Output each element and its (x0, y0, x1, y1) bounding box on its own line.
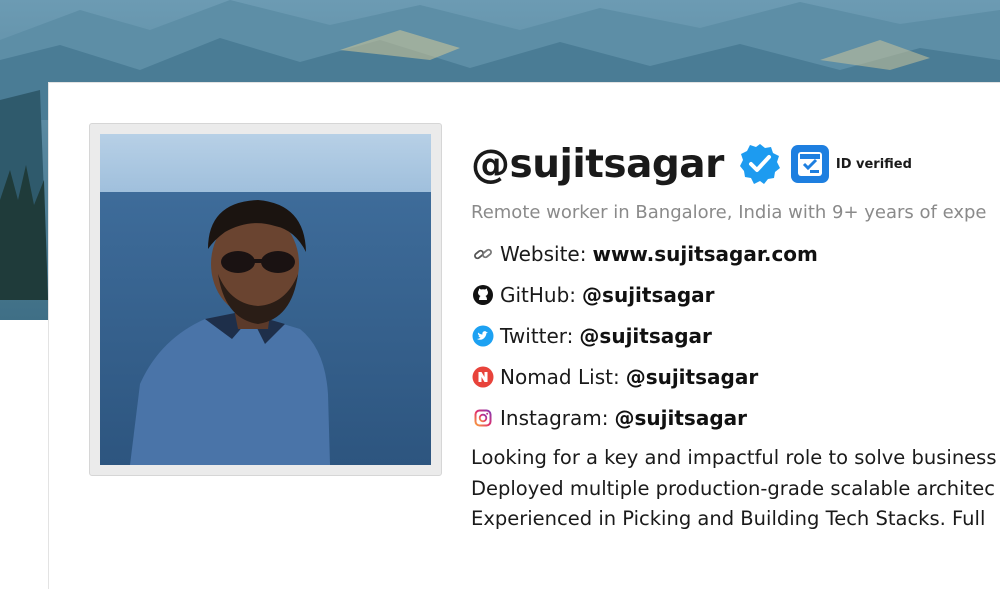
nomad-list-icon (471, 365, 495, 389)
about-line: Deployed multiple production-grade scala… (471, 476, 995, 500)
profile-handle: @sujitsagar (471, 141, 724, 187)
link-twitter: Twitter: @sujitsagar (471, 315, 1000, 356)
profile-photo (89, 123, 442, 476)
link-nomad-list: Nomad List: @sujitsagar (471, 356, 1000, 397)
twitter-link[interactable]: @sujitsagar (579, 324, 712, 348)
avatar (100, 134, 431, 465)
link-website: Website: www.sujitsagar.com (471, 233, 1000, 274)
id-verified-label: ID verified (835, 156, 912, 172)
twitter-label: Twitter: (500, 323, 574, 348)
profile-info: @sujitsagar ID verified Remote worker in… (471, 136, 1000, 535)
link-github: GitHub: @sujitsagar (471, 274, 1000, 315)
verified-badge-icon (738, 142, 782, 186)
about-line: Looking for a key and impactful role to … (471, 446, 997, 469)
profile-page: @sujitsagar ID verified Remote worker in… (0, 0, 1000, 589)
id-verified-icon (790, 144, 830, 184)
website-label: Website: (500, 241, 587, 266)
instagram-label: Instagram: (500, 405, 609, 430)
handle-row: @sujitsagar ID verified (471, 136, 1000, 192)
github-link[interactable]: @sujitsagar (582, 283, 715, 307)
github-label: GitHub: (500, 282, 577, 307)
nomad-list-link[interactable]: @sujitsagar (626, 365, 759, 389)
website-link[interactable]: www.sujitsagar.com (592, 242, 817, 266)
link-icon (471, 242, 495, 266)
nomad-list-label: Nomad List: (500, 364, 620, 389)
profile-tagline: Remote worker in Bangalore, India with 9… (471, 202, 987, 223)
social-links: Website: www.sujitsagar.com GitHub: @suj… (471, 233, 1000, 438)
instagram-link[interactable]: @sujitsagar (615, 406, 748, 430)
github-icon (471, 283, 495, 307)
about-line: Experienced in Picking and Building Tech… (471, 507, 986, 530)
twitter-icon (471, 324, 495, 348)
link-instagram: Instagram: @sujitsagar (471, 397, 1000, 438)
instagram-icon (471, 406, 495, 430)
profile-about: Looking for a key and impactful role to … (471, 443, 1000, 535)
